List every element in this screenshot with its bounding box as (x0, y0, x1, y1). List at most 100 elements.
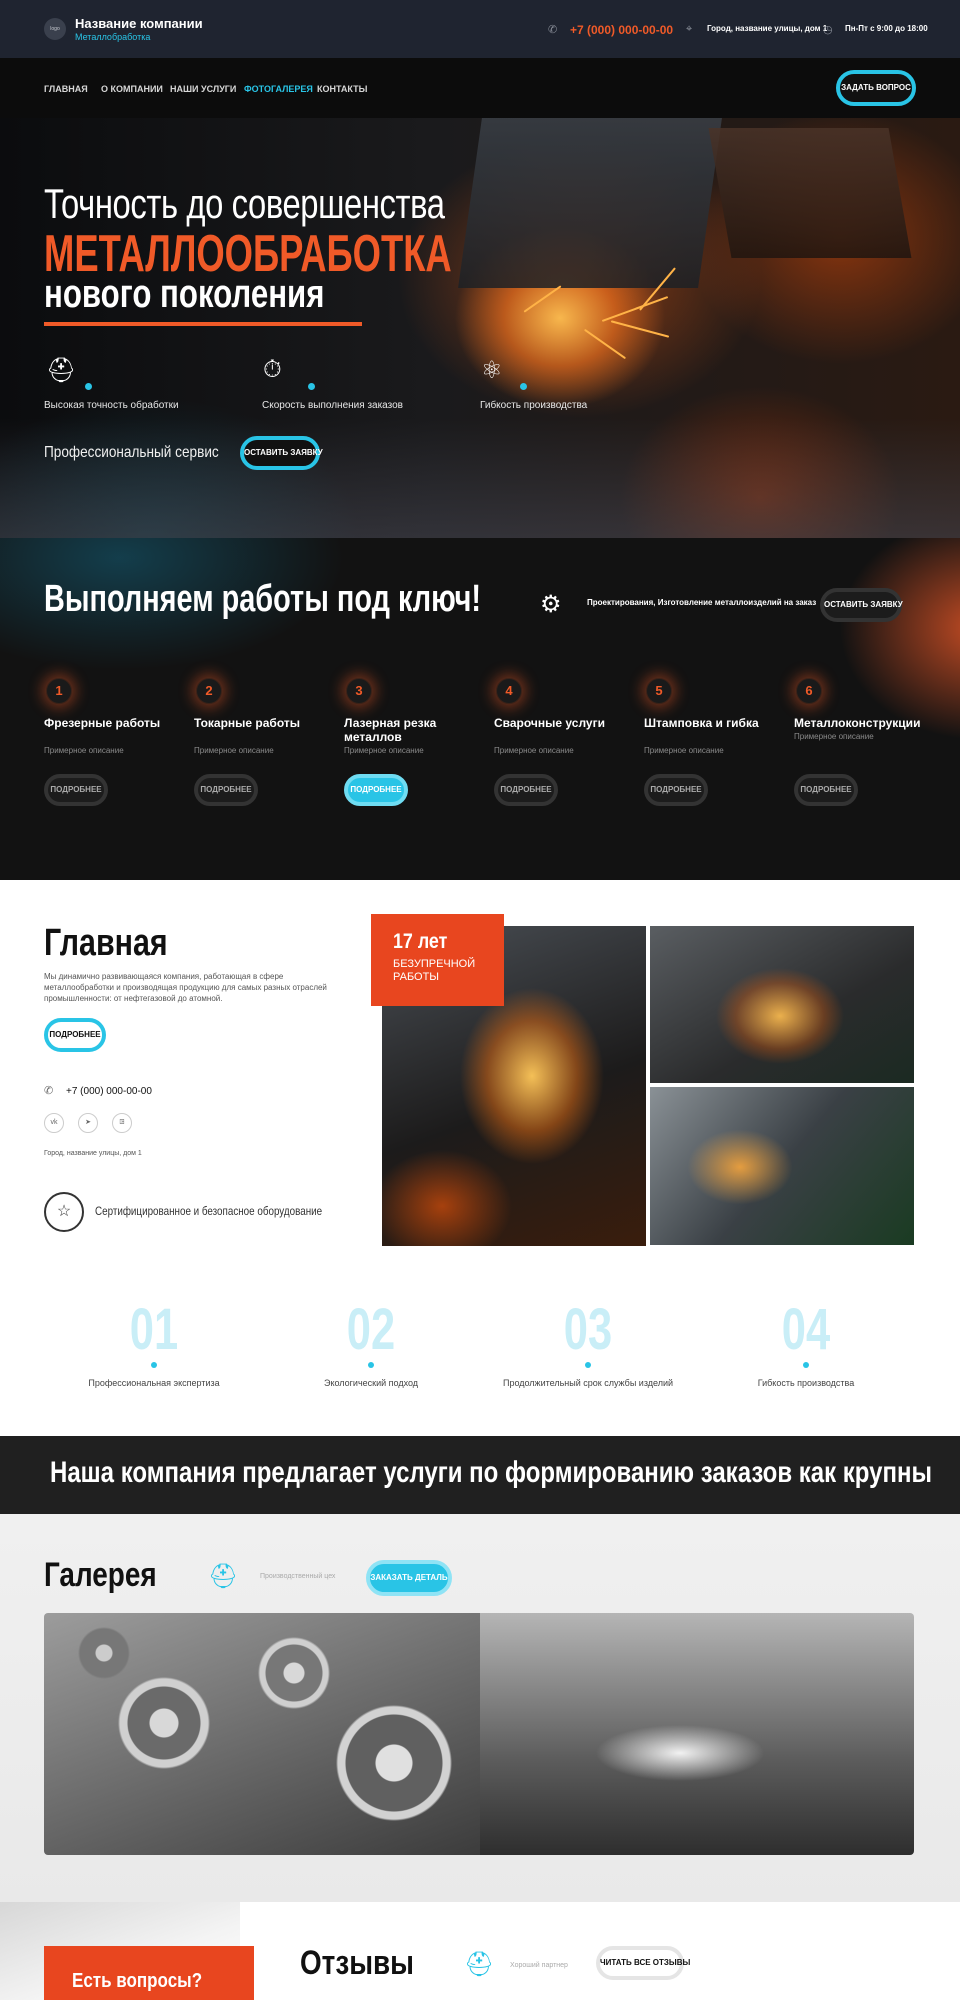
service-more-button[interactable]: Подробнее (44, 774, 108, 806)
stat-dot (151, 1362, 157, 1368)
company-subtitle: Металлобработка (75, 32, 151, 42)
reviews-title: Отзывы (300, 1944, 414, 1982)
logo[interactable]: logo (44, 18, 66, 40)
spark (601, 296, 669, 322)
service-number: 4 (496, 678, 522, 704)
stat-label: Продолжительный срок службы изделий (502, 1378, 674, 1388)
about-address: Город, название улицы, дом 1 (44, 1150, 142, 1157)
experience-text: безупречной работы (393, 958, 476, 983)
service-more-button[interactable]: Подробнее (194, 774, 258, 806)
about-more-button[interactable]: Подробнее (44, 1018, 106, 1052)
company-name: Название компании (75, 16, 203, 31)
stat-label: Профессиональная экспертиза (88, 1378, 220, 1388)
gallery-subtitle: Производственный цех (260, 1573, 336, 1580)
service-name: Металлоконструкции (794, 716, 921, 730)
location-pin-icon: ⌖ (686, 23, 693, 35)
service-subtitle: Примерное описание (194, 746, 274, 755)
stat-label: Экологический подход (323, 1378, 419, 1388)
service-name: Штамповка и гибка (644, 716, 759, 730)
stat-number: 04 (781, 1297, 831, 1362)
photo-lathe (650, 1087, 914, 1245)
feature-label-speed: Скорость выполнения заказов (262, 400, 403, 411)
hero-service-text: Профессиональный сервис (44, 444, 219, 461)
service-name: Фрезерные работы (44, 716, 161, 730)
service-name: Лазерная резка металлов (344, 716, 437, 744)
service-number: 6 (796, 678, 822, 704)
worker-icon: ⛑ (208, 1563, 239, 1590)
marquee-text: Наша компания предлагает услуги по форми… (50, 1456, 932, 1489)
about-text: Мы динамично развивающаяся компания, раб… (44, 972, 327, 1003)
service-subtitle: Примерное описание (644, 746, 724, 755)
service-number: 5 (646, 678, 672, 704)
service-more-button[interactable]: Подробнее (494, 774, 558, 806)
certificate-text: Сертифицированное и безопасное оборудова… (95, 1204, 323, 1218)
certificate-star-icon: ☆ (44, 1192, 84, 1232)
services-description: Проектирования, Изготовление металлоизде… (587, 598, 817, 607)
service-name: Сварочные услуги (494, 716, 605, 730)
gear-icon: ⚙ (540, 591, 562, 618)
nav-item-contacts[interactable]: Контакты (317, 84, 367, 94)
nav-item-gallery[interactable]: Фотогалерея (244, 84, 313, 94)
service-name: Токарные работы (194, 716, 300, 730)
service-number: 2 (196, 678, 222, 704)
read-all-reviews-button[interactable]: Читать все отзывы (596, 1946, 690, 1980)
feature-label-precision: Высокая точность обработки (44, 400, 179, 411)
gallery-image-flanges[interactable] (44, 1613, 480, 1855)
atom-icon: ⚛ (481, 357, 503, 384)
service-number: 3 (346, 678, 372, 704)
service-subtitle: Примерное описание (794, 732, 874, 741)
feature-dot (308, 383, 315, 390)
spark (523, 285, 562, 313)
worker-icon: ⛑ (46, 357, 77, 384)
phone-icon: ✆ (44, 1085, 54, 1097)
telegram-icon[interactable]: ➤ (78, 1113, 98, 1133)
service-more-button[interactable]: Подробнее (644, 774, 708, 806)
service-subtitle: Примерное описание (494, 746, 574, 755)
services-request-button[interactable]: Оставить заявку (820, 588, 903, 622)
header-phone-link[interactable]: +7 (000) 000-00-00 (570, 23, 673, 37)
questions-title: Есть вопросы? (72, 1970, 203, 1992)
ok-icon[interactable]: ꖸ (112, 1113, 132, 1133)
spark (583, 328, 627, 360)
about-phone-link[interactable]: +7 (000) 000-00-00 (66, 1086, 152, 1097)
ask-question-button[interactable]: Задать вопрос (836, 70, 916, 106)
order-part-button[interactable]: Заказать деталь (366, 1560, 452, 1596)
hero-request-button[interactable]: Оставить заявку (240, 436, 323, 470)
service-more-button-active[interactable]: Подробнее (344, 774, 408, 806)
about-title: Главная (44, 922, 168, 964)
service-more-button[interactable]: Подробнее (794, 774, 858, 806)
experience-years: 17 лет (393, 930, 448, 953)
services-title: Выполняем работы под ключ! (44, 578, 482, 620)
stat-label: Гибкость производства (757, 1378, 855, 1388)
feature-dot (85, 383, 92, 390)
stat-number: 03 (563, 1297, 613, 1362)
hero-machine-shape (458, 118, 722, 288)
service-number: 1 (46, 678, 72, 704)
photo-sparks (650, 926, 914, 1083)
vk-icon[interactable]: vk (44, 1113, 64, 1133)
reviews-subtitle: Хороший партнер (510, 1962, 568, 1969)
nav-item-home[interactable]: Главная (44, 84, 88, 94)
gallery-title: Галерея (44, 1556, 157, 1594)
hero-heading-line3: нового поколения (44, 272, 325, 316)
header-hours: Пн-Пт с 9:00 до 18:00 (845, 24, 928, 33)
nav-item-services[interactable]: Наши услуги (170, 84, 236, 94)
hero-underline (44, 322, 362, 326)
feature-dot (520, 383, 527, 390)
stopwatch-icon: ⏱ (263, 356, 282, 383)
service-subtitle: Примерное описание (344, 746, 424, 755)
stat-number: 02 (346, 1297, 396, 1362)
worker-icon: ⛑ (464, 1951, 495, 1978)
hero-plate-shape (0, 418, 960, 538)
feature-label-flexibility: Гибкость производства (480, 400, 588, 411)
stat-dot (803, 1362, 809, 1368)
gallery-image-lathe[interactable] (480, 1613, 914, 1855)
stat-dot (368, 1362, 374, 1368)
stat-dot (585, 1362, 591, 1368)
hero-heading-line1: Точность до совершенства (44, 180, 445, 227)
service-subtitle: Примерное описание (44, 746, 124, 755)
phone-icon: ✆ (548, 24, 558, 36)
clock-icon: ◷ (823, 24, 833, 36)
hero-machine-shape-2 (708, 128, 912, 258)
nav-item-about[interactable]: О компании (101, 84, 163, 94)
